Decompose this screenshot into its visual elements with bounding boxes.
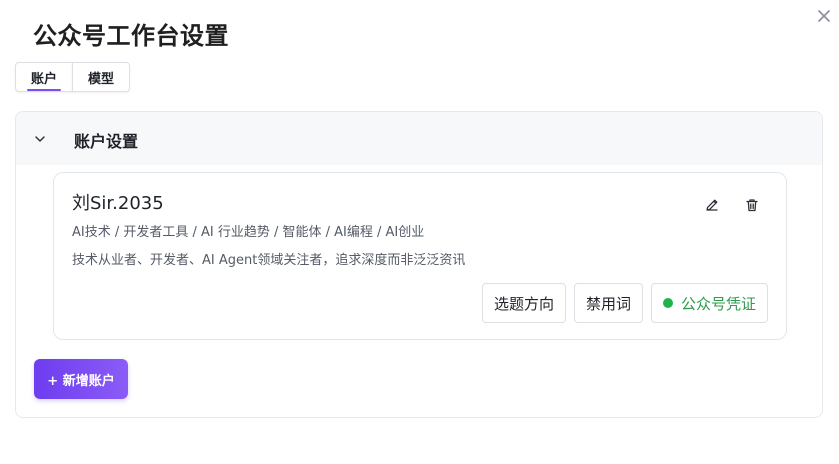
credential-button[interactable]: 公众号凭证 bbox=[650, 283, 768, 323]
account-card: 刘Sir.2035 AI技术 / 开发者工具 / AI 行业趋势 / 智能体 /… bbox=[53, 172, 787, 340]
account-settings-panel: 账户设置 刘Sir.2035 AI技术 / 开发者工具 / AI 行业趋势 / … bbox=[15, 111, 823, 418]
trash-icon bbox=[746, 199, 758, 212]
active-tab-indicator bbox=[27, 89, 61, 91]
credential-label: 公众号凭证 bbox=[680, 294, 756, 313]
status-dot-icon bbox=[662, 298, 673, 308]
tab-model-label: 模型 bbox=[87, 71, 114, 87]
account-actions: 选题方向 禁用词 公众号凭证 bbox=[481, 283, 768, 323]
topic-direction-label: 选题方向 bbox=[493, 294, 554, 313]
topic-direction-button[interactable]: 选题方向 bbox=[481, 283, 566, 323]
panel-title: 账户设置 bbox=[74, 132, 139, 151]
banned-words-button[interactable]: 禁用词 bbox=[573, 283, 643, 323]
settings-dialog: 公众号工作台设置 账户 模型 账户设置 刘Sir.2035 AI技术 / 开发者… bbox=[0, 0, 839, 464]
edit-button[interactable] bbox=[702, 195, 722, 215]
close-button[interactable] bbox=[815, 7, 833, 25]
account-description: 技术从业者、开发者、AI Agent领域关注者，追求深度而非泛泛资讯 bbox=[72, 253, 466, 268]
banned-words-label: 禁用词 bbox=[585, 294, 631, 313]
delete-button[interactable] bbox=[742, 195, 762, 215]
tab-account-label: 账户 bbox=[30, 71, 57, 87]
tab-model[interactable]: 模型 bbox=[72, 62, 130, 92]
account-tags: AI技术 / 开发者工具 / AI 行业趋势 / 智能体 / AI编程 / AI… bbox=[72, 225, 425, 240]
dialog-title: 公众号工作台设置 bbox=[33, 22, 229, 50]
pencil-icon bbox=[706, 199, 718, 211]
tab-account[interactable]: 账户 bbox=[15, 62, 73, 92]
panel-header[interactable]: 账户设置 bbox=[16, 112, 822, 165]
chevron-down-icon[interactable] bbox=[34, 134, 46, 144]
add-account-button[interactable]: + 新增账户 bbox=[34, 359, 128, 399]
close-icon bbox=[818, 10, 830, 22]
account-name: 刘Sir.2035 bbox=[72, 193, 164, 214]
tab-bar: 账户 模型 bbox=[15, 62, 130, 92]
